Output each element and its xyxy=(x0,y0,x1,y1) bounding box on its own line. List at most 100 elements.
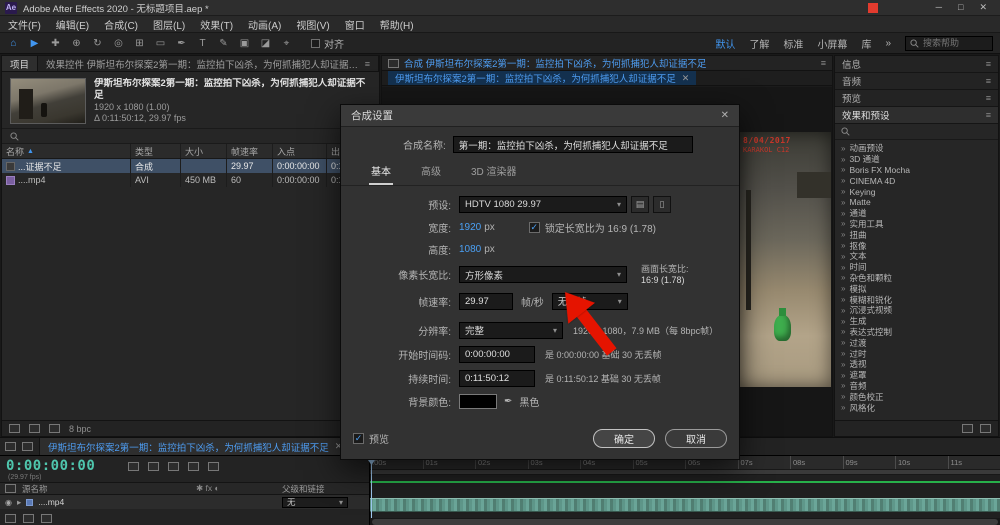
column-in[interactable]: 入点 xyxy=(273,144,327,158)
expand-chevron-icon[interactable]: » xyxy=(841,273,845,282)
brush-tool-icon[interactable]: ✎ xyxy=(217,38,230,49)
effects-search-box[interactable] xyxy=(835,124,998,140)
home-tool-icon[interactable]: ⌂ xyxy=(7,38,20,49)
expand-chevron-icon[interactable]: » xyxy=(841,144,845,153)
current-timecode[interactable]: 0:00:00:00 xyxy=(6,458,95,474)
tab-basic[interactable]: 基本 xyxy=(369,161,393,185)
list-item[interactable]: »Boris FX Mocha xyxy=(835,165,998,176)
snapping-checkbox[interactable] xyxy=(311,39,320,48)
list-item[interactable]: »文本 xyxy=(835,251,998,262)
playhead[interactable] xyxy=(371,456,372,518)
expand-chevron-icon[interactable]: » xyxy=(841,327,845,336)
layer-color-chip[interactable] xyxy=(26,499,33,506)
trash-icon[interactable] xyxy=(980,424,991,433)
source-name-column[interactable]: 源名称 xyxy=(22,483,48,495)
preview-checkbox[interactable]: ✓ xyxy=(353,433,364,444)
list-item[interactable]: »过时 xyxy=(835,348,998,359)
width-value[interactable]: 1920 xyxy=(459,222,481,233)
eyedropper-icon[interactable]: ✒ xyxy=(504,396,512,407)
snapping-toggle[interactable]: 对齐 xyxy=(311,36,344,51)
shy-layers-icon[interactable] xyxy=(168,462,179,471)
menu-help[interactable]: 帮助(H) xyxy=(380,17,414,32)
column-name[interactable]: 名称▲ xyxy=(2,144,131,158)
list-item[interactable]: »过渡 xyxy=(835,337,998,348)
delete-preset-icon[interactable]: ▯ xyxy=(653,196,671,213)
expand-chevron-icon[interactable]: » xyxy=(841,338,845,347)
column-framerate[interactable]: 帧速率 xyxy=(227,144,273,158)
column-type[interactable]: 类型 xyxy=(131,144,181,158)
expand-chevron-icon[interactable]: » xyxy=(841,371,845,380)
close-tab-icon[interactable]: ✕ xyxy=(682,73,690,84)
height-value[interactable]: 1080 xyxy=(459,244,481,255)
duration-input[interactable]: 0:11:50:12 xyxy=(459,370,535,387)
new-preset-icon[interactable] xyxy=(962,424,973,433)
tab-project[interactable]: 项目 xyxy=(2,56,38,71)
expand-chevron-icon[interactable]: » xyxy=(841,295,845,304)
eraser-tool-icon[interactable]: ◪ xyxy=(259,38,272,49)
clone-stamp-tool-icon[interactable]: ▣ xyxy=(238,38,251,49)
expand-chevron-icon[interactable]: » xyxy=(841,209,845,218)
expand-chevron-icon[interactable]: » xyxy=(841,381,845,390)
list-item[interactable]: »风格化 xyxy=(835,402,998,413)
workspace-overflow-icon[interactable]: » xyxy=(885,38,891,49)
viewer-panel-title[interactable]: 合成 伊斯坦布尔探案2第一期：监控拍下凶杀，为何抓捕犯人却证据不足 xyxy=(404,56,706,70)
list-item[interactable]: »模拟 xyxy=(835,283,998,294)
menu-animation[interactable]: 动画(A) xyxy=(248,17,281,32)
expand-chevron-icon[interactable]: » xyxy=(841,155,845,164)
column-size[interactable]: 大小 xyxy=(181,144,227,158)
expand-chevron-icon[interactable]: » xyxy=(841,263,845,272)
workspace-standard[interactable]: 标准 xyxy=(783,36,803,51)
layer-name[interactable]: ....mp4 xyxy=(38,497,64,507)
menu-composition[interactable]: 合成(C) xyxy=(104,17,138,32)
render-queue-icon[interactable] xyxy=(5,442,16,451)
tab-advanced[interactable]: 高级 xyxy=(419,161,443,185)
workspace-default[interactable]: 默认 xyxy=(715,36,735,51)
list-item[interactable]: »CINEMA 4D xyxy=(835,175,998,186)
eye-icon[interactable]: ◉ xyxy=(5,498,12,507)
table-row[interactable]: ...证据不足 合成 29.97 0:00:00:00 0:11:50:12 xyxy=(2,159,379,173)
list-item[interactable]: »动画预设 xyxy=(835,143,998,154)
project-search-box[interactable] xyxy=(2,128,379,144)
camera-tool-icon[interactable]: ◎ xyxy=(112,38,125,49)
in-out-panes-icon[interactable] xyxy=(41,514,52,523)
expand-chevron-icon[interactable]: » xyxy=(841,306,845,315)
panel-menu-icon[interactable]: ≡ xyxy=(986,110,991,120)
list-item[interactable]: »实用工具 xyxy=(835,219,998,230)
lock-aspect-checkbox[interactable]: ✓ xyxy=(529,222,540,233)
search-layers-icon[interactable] xyxy=(128,462,139,471)
composition-mini-map-icon[interactable] xyxy=(148,462,159,471)
panel-menu-icon[interactable]: ≡ xyxy=(986,76,991,86)
cancel-button[interactable]: 取消 xyxy=(665,429,727,448)
workspace-small-screen[interactable]: 小屏幕 xyxy=(817,36,847,51)
pan-behind-tool-icon[interactable]: ⊞ xyxy=(133,38,146,49)
panel-menu-icon[interactable]: ≡ xyxy=(365,59,370,69)
expand-chevron-icon[interactable]: » xyxy=(841,403,845,412)
layer-clip-bar[interactable] xyxy=(370,498,1000,512)
resolution-dropdown[interactable]: 完整 ▾ xyxy=(459,322,563,339)
panel-menu-icon[interactable]: ≡ xyxy=(986,59,991,69)
project-bit-depth[interactable]: 8 bpc xyxy=(69,424,91,434)
save-preset-icon[interactable]: ▤ xyxy=(631,196,649,213)
expand-chevron-icon[interactable]: » xyxy=(841,360,845,369)
expand-chevron-icon[interactable]: » xyxy=(841,176,845,185)
list-item[interactable]: »沉浸式视频 xyxy=(835,305,998,316)
help-search-box[interactable] xyxy=(905,36,993,51)
pixel-aspect-dropdown[interactable]: 方形像素 ▾ xyxy=(459,266,627,283)
expand-chevron-icon[interactable]: » xyxy=(841,241,845,250)
list-item[interactable]: »生成 xyxy=(835,316,998,327)
tab-preview[interactable]: 预览≡ xyxy=(835,90,998,107)
expand-layers-icon[interactable] xyxy=(5,514,16,523)
panel-menu-icon[interactable]: ≡ xyxy=(986,93,991,103)
workspace-libraries[interactable]: 库 xyxy=(861,36,871,51)
expand-chevron-icon[interactable]: » xyxy=(841,392,845,401)
new-composition-icon[interactable] xyxy=(49,424,60,433)
panel-menu-icon[interactable]: ≡ xyxy=(821,58,826,68)
background-color-swatch[interactable] xyxy=(459,394,497,409)
menu-effect[interactable]: 效果(T) xyxy=(200,17,233,32)
rotation-tool-icon[interactable]: ↻ xyxy=(91,38,104,49)
list-item[interactable]: »扭曲 xyxy=(835,229,998,240)
pen-tool-icon[interactable]: ✒ xyxy=(175,38,188,49)
expand-chevron-icon[interactable]: » xyxy=(841,284,845,293)
list-item[interactable]: »通道 xyxy=(835,208,998,219)
workspace-learn[interactable]: 了解 xyxy=(749,36,769,51)
